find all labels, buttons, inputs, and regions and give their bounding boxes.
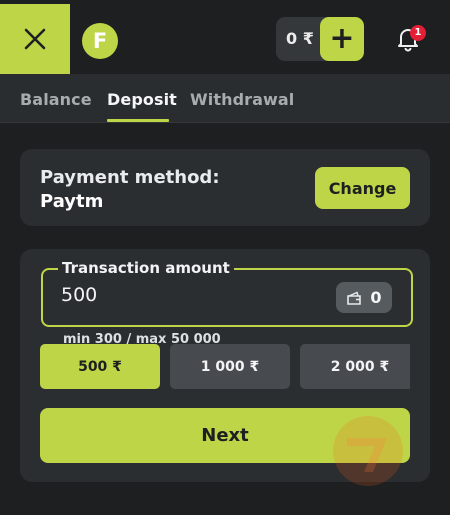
balance-pill[interactable]: 0 ₹ + [276, 17, 364, 61]
close-button[interactable] [0, 4, 70, 74]
watermark-logo [333, 416, 403, 486]
notification-badge: 1 [410, 25, 426, 41]
active-tab-indicator [107, 119, 169, 122]
change-payment-button[interactable]: Change [315, 167, 410, 209]
wallet-count: 0 [370, 288, 382, 307]
tab-balance[interactable]: Balance [20, 90, 92, 109]
plus-icon: + [329, 21, 355, 56]
balance-value: 0 ₹ [286, 29, 314, 48]
tab-withdrawal[interactable]: Withdrawal [190, 90, 294, 109]
wallet-icon [347, 290, 362, 305]
transaction-amount-input[interactable]: 500 [61, 284, 97, 306]
transaction-amount-field[interactable]: Transaction amount 500 0 min 300 / max 5… [41, 259, 413, 347]
account-tabs: Balance Deposit Withdrawal [0, 74, 450, 123]
brand-logo-letter: F [92, 29, 108, 53]
top-bar: F 0 ₹ + 1 [0, 0, 450, 74]
payment-method-label: Payment method: [40, 167, 220, 188]
quick-amount-1000[interactable]: 1 000 ₹ [170, 344, 290, 389]
quick-amounts: 500 ₹ 1 000 ₹ 2 000 ₹ [40, 344, 410, 389]
close-icon [24, 28, 46, 50]
payment-method-value: Paytm [40, 191, 104, 212]
brand-logo[interactable]: F [82, 23, 118, 59]
quick-amount-2000[interactable]: 2 000 ₹ [300, 344, 410, 389]
wallet-pill[interactable]: 0 [336, 282, 392, 313]
payment-method-card: Payment method: Paytm Change [20, 149, 430, 226]
tab-deposit[interactable]: Deposit [107, 90, 177, 109]
quick-amount-500[interactable]: 500 ₹ [40, 344, 160, 389]
add-funds-button[interactable]: + [320, 17, 364, 61]
transaction-amount-label: Transaction amount [58, 259, 234, 277]
watermark-icon [347, 438, 387, 472]
